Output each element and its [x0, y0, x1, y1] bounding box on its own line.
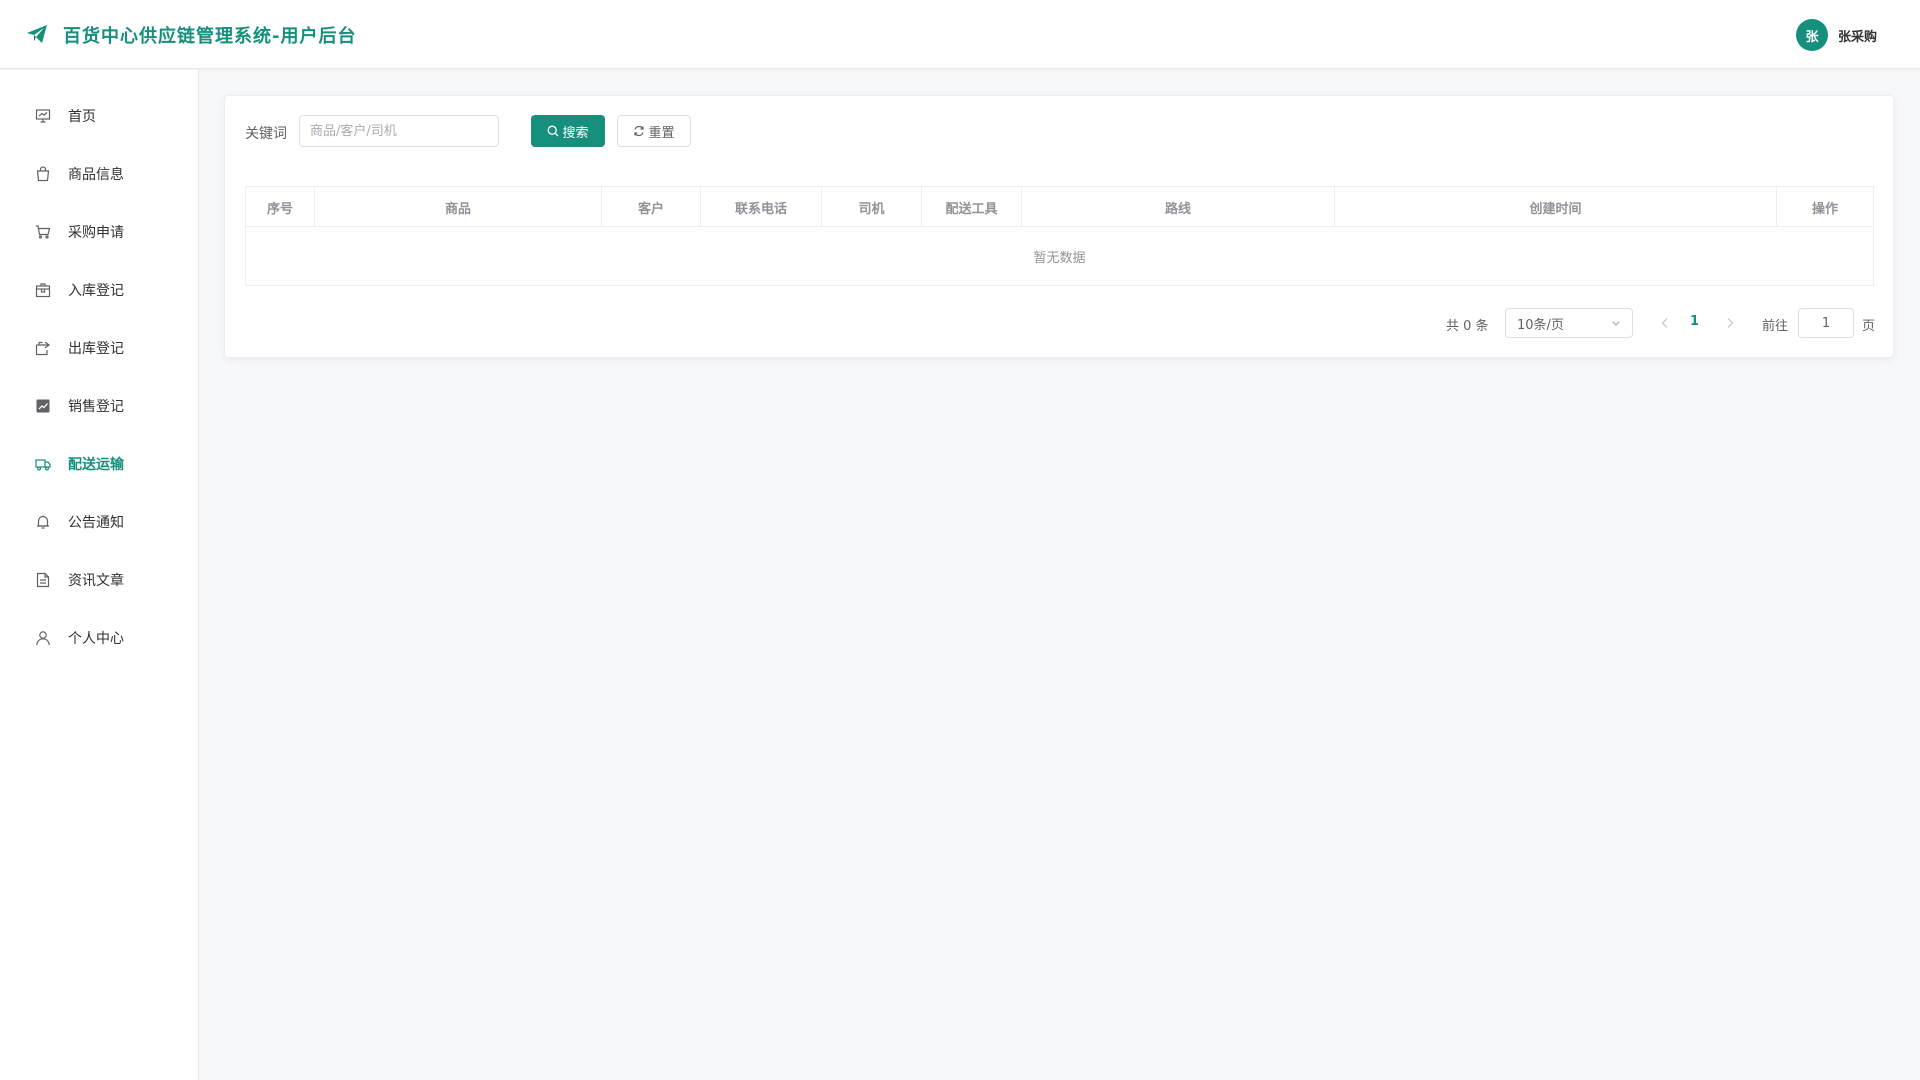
column-header[interactable]: 创建时间	[1335, 187, 1777, 227]
inbox-box-icon	[34, 281, 52, 299]
sidebar-item-label: 入库登记	[68, 283, 124, 299]
sidebar-item-profile[interactable]: 个人中心	[0, 609, 198, 667]
paper-plane-icon	[25, 22, 49, 46]
keyword-label: 关键词	[245, 126, 287, 142]
chevron-left-icon[interactable]	[1657, 315, 1673, 331]
goto-page-input[interactable]	[1798, 308, 1854, 338]
search-icon	[548, 125, 559, 137]
page-size-select[interactable]: 10条/页	[1505, 308, 1633, 338]
goto-label: 前往	[1762, 319, 1789, 334]
column-header[interactable]: 客户	[602, 187, 701, 227]
sidebar-item-label: 公告通知	[68, 515, 124, 531]
column-header[interactable]: 配送工具	[922, 187, 1022, 227]
empty-state: 暂无数据	[1033, 251, 1086, 266]
column-header[interactable]: 操作	[1777, 187, 1873, 227]
sidebar-item-label: 个人中心	[68, 631, 124, 647]
table-header: 序号 商品 客户 联系电话 司机 配送工具 路线 创建时间 操作	[246, 187, 1873, 227]
column-header[interactable]: 序号	[246, 187, 315, 227]
chart-line-icon	[34, 397, 52, 415]
sidebar-item-label: 资讯文章	[68, 573, 124, 589]
shopping-bag-icon	[34, 165, 52, 183]
sidebar-item-label: 出库登记	[68, 341, 124, 357]
shopping-cart-icon	[34, 223, 52, 241]
column-header[interactable]: 联系电话	[701, 187, 822, 227]
chevron-right-icon[interactable]	[1722, 315, 1738, 331]
top-header: 百货中心供应链管理系统-用户后台 张 张采购	[0, 0, 1920, 69]
sidebar-item-label: 商品信息	[68, 167, 124, 183]
page-size-value: 10条/页	[1517, 317, 1564, 333]
document-icon	[34, 571, 52, 589]
sidebar-item-outbound[interactable]: 出库登记	[0, 319, 198, 377]
sidebar-item-label: 配送运输	[68, 457, 124, 473]
page-suffix-label: 页	[1862, 319, 1876, 334]
user-icon	[34, 629, 52, 647]
page-number-current[interactable]: 1	[1690, 314, 1699, 329]
pagination: 共 0 条 10条/页 1 前往 页	[225, 306, 1895, 340]
keyword-input[interactable]	[299, 115, 499, 147]
sidebar-item-delivery[interactable]: 配送运输	[0, 435, 198, 493]
reset-button[interactable]: 重置	[617, 115, 691, 147]
sidebar: 首页 商品信息 采购申请 入库登记 出库登记 销售登记 配送运输 公告通知 资讯…	[0, 70, 199, 1080]
pagination-total: 共 0 条	[1446, 319, 1489, 334]
column-header[interactable]: 商品	[315, 187, 602, 227]
main-content: 关键词 搜索 重置 序号 商品 客户 联系电话 司机 配送工具 路线 创建时间 …	[199, 70, 1920, 1080]
avatar[interactable]: 张	[1796, 19, 1828, 51]
sidebar-item-label: 销售登记	[68, 399, 124, 415]
truck-icon	[34, 455, 52, 473]
search-button[interactable]: 搜索	[531, 115, 605, 147]
sidebar-item-home[interactable]: 首页	[0, 87, 198, 145]
app-title: 百货中心供应链管理系统-用户后台	[63, 26, 357, 47]
bell-icon	[34, 513, 52, 531]
sidebar-item-sales[interactable]: 销售登记	[0, 377, 198, 435]
refresh-icon	[634, 125, 645, 137]
delivery-card: 关键词 搜索 重置 序号 商品 客户 联系电话 司机 配送工具 路线 创建时间 …	[224, 95, 1894, 358]
chevron-down-icon	[1612, 321, 1620, 326]
column-header[interactable]: 路线	[1022, 187, 1335, 227]
sidebar-item-label: 采购申请	[68, 225, 124, 241]
sidebar-item-label: 首页	[68, 109, 96, 125]
delivery-table: 序号 商品 客户 联系电话 司机 配送工具 路线 创建时间 操作 暂无数据	[245, 186, 1874, 286]
sidebar-item-products[interactable]: 商品信息	[0, 145, 198, 203]
presentation-icon	[34, 107, 52, 125]
username[interactable]: 张采购	[1838, 26, 1877, 45]
sidebar-item-inbound[interactable]: 入库登记	[0, 261, 198, 319]
sidebar-item-articles[interactable]: 资讯文章	[0, 551, 198, 609]
reset-button-label: 重置	[648, 125, 675, 141]
search-button-label: 搜索	[562, 125, 589, 141]
sidebar-item-purchase[interactable]: 采购申请	[0, 203, 198, 261]
column-header[interactable]: 司机	[822, 187, 922, 227]
outbox-box-icon	[34, 339, 52, 357]
sidebar-item-notices[interactable]: 公告通知	[0, 493, 198, 551]
